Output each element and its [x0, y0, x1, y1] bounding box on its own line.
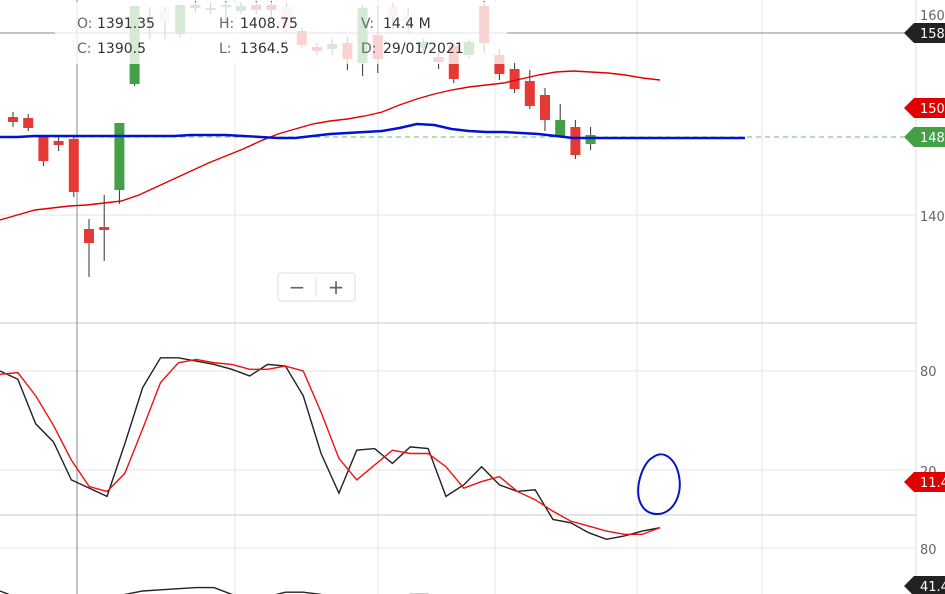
candle[interactable] [68, 137, 79, 197]
badge-text: 158 [920, 27, 945, 42]
plus-icon: + [328, 275, 345, 299]
chart-canvas[interactable]: O: 1391.35 H: 1408.75 V: 14.4 M C: 1390.… [0, 0, 945, 594]
low-value: 1364.5 [240, 41, 289, 57]
volume-label: V: [361, 16, 374, 32]
axis-tick-label: 140 [920, 210, 945, 225]
axis-tick-label: 80 [920, 543, 937, 558]
high-label: H: [219, 16, 234, 32]
zoom-out-button[interactable]: − [279, 274, 316, 300]
badge-text: 150 [920, 102, 945, 117]
close-label: C: [77, 41, 92, 57]
badge-text: 11.4 [920, 476, 945, 491]
close-value: 1390.5 [97, 41, 146, 57]
volume-value: 14.4 M [383, 16, 431, 32]
right-price-axis[interactable]: 160 140 80 20 80 [915, 0, 945, 594]
axis-tick-label: 80 [920, 365, 937, 380]
high-value: 1408.75 [240, 16, 298, 32]
open-value: 1391.35 [97, 16, 155, 32]
open-label: O: [77, 16, 93, 32]
minus-icon: − [289, 275, 306, 299]
zoom-in-button[interactable]: + [317, 274, 354, 300]
date-value: 29/01/2021 [383, 41, 464, 57]
low-label: L: [219, 41, 232, 57]
zoom-controls: − + [277, 272, 356, 302]
badge-text: 41.4 [920, 580, 945, 594]
date-label: D: [361, 41, 377, 57]
axis-tick-label: 160 [920, 9, 945, 24]
badge-text: 148 [920, 131, 945, 146]
ohlc-info-panel: O: 1391.35 H: 1408.75 V: 14.4 M C: 1390.… [55, 2, 507, 64]
